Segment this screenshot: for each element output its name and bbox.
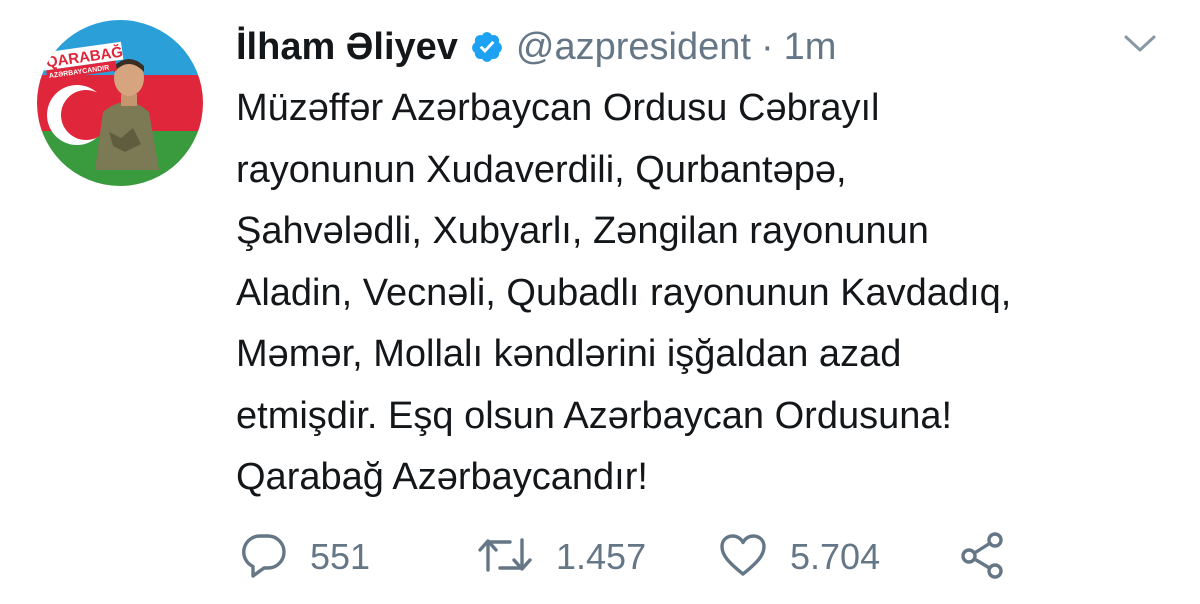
reply-count: 551 bbox=[310, 536, 371, 577]
tweet-text-line: Qarabağ Azərbaycandır! bbox=[236, 456, 648, 498]
retweet-count: 1.457 bbox=[556, 536, 647, 577]
tweet-text-line: Aladin, Vecnəli, Qubadlı rayonunun Kavda… bbox=[236, 271, 1012, 314]
reply-icon bbox=[240, 532, 288, 583]
retweet-button[interactable]: 1.457 bbox=[476, 528, 646, 586]
reply-button[interactable]: 551 bbox=[240, 528, 370, 586]
like-button[interactable]: 5.704 bbox=[718, 528, 880, 586]
share-button[interactable] bbox=[958, 528, 1008, 586]
verified-badge-icon bbox=[470, 30, 504, 64]
tweet: QARABAĞ AZƏRBAYCANDIR İlham Əliyev @azpr… bbox=[0, 0, 1200, 604]
avatar[interactable]: QARABAĞ AZƏRBAYCANDIR bbox=[37, 20, 203, 186]
display-name[interactable]: İlham Əliyev bbox=[236, 26, 458, 69]
tweet-actions: 551 1.457 5.704 bbox=[236, 528, 1136, 586]
handle[interactable]: @azpresident bbox=[516, 26, 751, 69]
tweet-header: İlham Əliyev @azpresident · 1m bbox=[236, 22, 836, 72]
tweet-text-line: Məmər, Mollalı kəndlərini işğaldan azad bbox=[236, 333, 902, 375]
like-icon bbox=[718, 532, 768, 583]
share-icon bbox=[958, 530, 1008, 585]
tweet-text-line: Şahvələdli, Xubyarlı, Zəngilan rayonunun bbox=[236, 210, 929, 252]
tweet-text-line: etmişdir. Eşq olsun Azərbaycan Ordusuna! bbox=[236, 394, 953, 437]
chevron-down-icon[interactable] bbox=[1120, 28, 1160, 58]
retweet-icon bbox=[476, 532, 534, 583]
tweet-text-line: Müzəffər Azərbaycan Ordusu Cəbrayıl bbox=[236, 87, 880, 129]
tweet-text: Müzəffər Azərbaycan Ordusu Cəbrayıl rayo… bbox=[236, 78, 1176, 509]
separator-dot: · bbox=[760, 25, 774, 68]
tweet-text-line: rayonunun Xudaverdili, Qurbantəpə, bbox=[236, 148, 847, 191]
timestamp[interactable]: 1m bbox=[784, 26, 837, 69]
like-count: 5.704 bbox=[790, 536, 881, 577]
